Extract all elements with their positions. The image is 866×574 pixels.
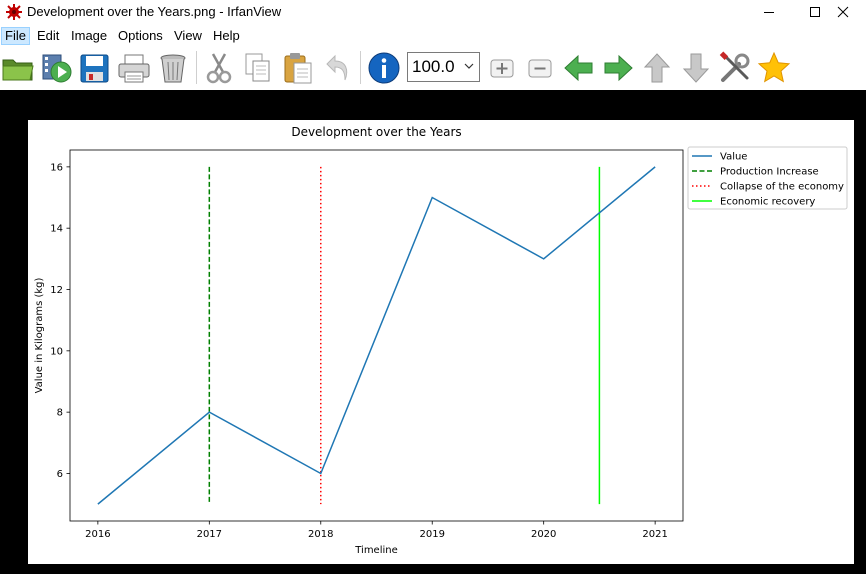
menu-edit[interactable]: Edit: [34, 27, 62, 45]
menu-help[interactable]: Help: [210, 27, 243, 45]
menu-bar: File Edit Image Options View Help: [0, 25, 866, 45]
minimize-button[interactable]: [746, 0, 792, 24]
slideshow-icon: [42, 54, 72, 83]
toolbar-separator: [360, 51, 361, 84]
menu-image[interactable]: Image: [68, 27, 110, 45]
open-icon: [2, 59, 34, 81]
legend-label: Economic recovery: [720, 197, 815, 208]
first-icon: [643, 53, 671, 83]
x-axis-label: Timeline: [354, 545, 398, 556]
zoom-value: 100.0: [412, 57, 455, 76]
slideshow-button[interactable]: [39, 50, 75, 86]
legend-label: Production Increase: [720, 167, 819, 178]
series-line-value: [97, 166, 656, 505]
zoom-combobox[interactable]: 100.0: [407, 52, 480, 82]
y-tick-label: 6: [57, 469, 63, 480]
legend: Value Production Increase Collapse of the …: [687, 146, 848, 210]
favorites-button[interactable]: [756, 50, 792, 86]
x-tick-label: 2021: [642, 529, 667, 540]
x-tick-label: 2017: [197, 529, 222, 540]
y-axis-label: Value in Kilograms (kg): [34, 277, 45, 393]
chart-marks: [97, 166, 656, 505]
zoom-in-button[interactable]: [484, 50, 520, 86]
displayed-image: Development over the Years Timeline Valu…: [28, 120, 854, 564]
toolbar: 100.0: [0, 45, 866, 90]
settings-button[interactable]: [717, 50, 753, 86]
menu-file[interactable]: File: [1, 27, 30, 45]
previous-icon: [564, 54, 593, 82]
toolbar-separator: [196, 51, 197, 84]
x-tick-label: 2018: [308, 529, 333, 540]
copy-icon: [245, 53, 270, 82]
paste-button[interactable]: [280, 50, 316, 86]
menu-options[interactable]: Options: [115, 27, 166, 45]
settings-icon: [719, 51, 750, 82]
cut-icon: [206, 53, 232, 84]
window-title: Development over the Years.png - IrfanVi…: [27, 4, 282, 19]
save-button[interactable]: [77, 50, 113, 86]
close-icon: [837, 6, 849, 18]
info-button[interactable]: [366, 50, 402, 86]
zoom-out-button[interactable]: [522, 50, 558, 86]
minimize-icon: [764, 12, 774, 13]
menu-view[interactable]: View: [171, 27, 205, 45]
y-tick-label: 16: [50, 162, 63, 173]
zoom-in-icon: [490, 59, 514, 78]
print-icon: [118, 54, 150, 83]
last-icon: [682, 53, 710, 83]
y-tick-label: 12: [50, 285, 63, 296]
x-tick-label: 2020: [531, 529, 556, 540]
image-viewer[interactable]: Development over the Years Timeline Valu…: [0, 90, 866, 574]
favorites-icon: [757, 51, 791, 83]
y-tick-label: 10: [50, 346, 63, 357]
copy-button[interactable]: [240, 50, 276, 86]
title-bar: Development over the Years.png - IrfanVi…: [0, 0, 866, 24]
x-tick-label: 2019: [420, 529, 445, 540]
irfanview-app-icon: [6, 4, 22, 20]
chevron-down-icon[interactable]: [464, 62, 474, 70]
line-chart: Development over the Years Timeline Valu…: [34, 125, 848, 556]
first-image-button[interactable]: [639, 50, 675, 86]
next-image-button[interactable]: [600, 50, 636, 86]
zoom-out-icon: [528, 59, 552, 78]
legend-label: Value: [720, 152, 747, 163]
paste-icon: [284, 53, 312, 84]
legend-label: Collapse of the economy: [720, 182, 844, 193]
cut-button[interactable]: [201, 50, 237, 86]
delete-button[interactable]: [155, 50, 191, 86]
previous-image-button[interactable]: [561, 50, 597, 86]
close-button[interactable]: [820, 0, 866, 24]
chart-title: Development over the Years: [291, 125, 461, 139]
last-image-button[interactable]: [678, 50, 714, 86]
next-icon: [604, 54, 633, 82]
axis-ticks: 2016 2017 2018 2019 2020 2021 6 8 10 12 14 16: [50, 162, 668, 540]
info-icon: [368, 52, 400, 84]
y-tick-label: 14: [50, 224, 63, 235]
x-tick-label: 2016: [85, 529, 110, 540]
undo-icon: [326, 54, 348, 81]
delete-icon: [160, 54, 186, 83]
y-tick-label: 8: [57, 408, 63, 419]
undo-button[interactable]: [319, 50, 355, 86]
print-button[interactable]: [116, 50, 152, 86]
open-button[interactable]: [0, 50, 36, 86]
save-icon: [80, 54, 109, 83]
